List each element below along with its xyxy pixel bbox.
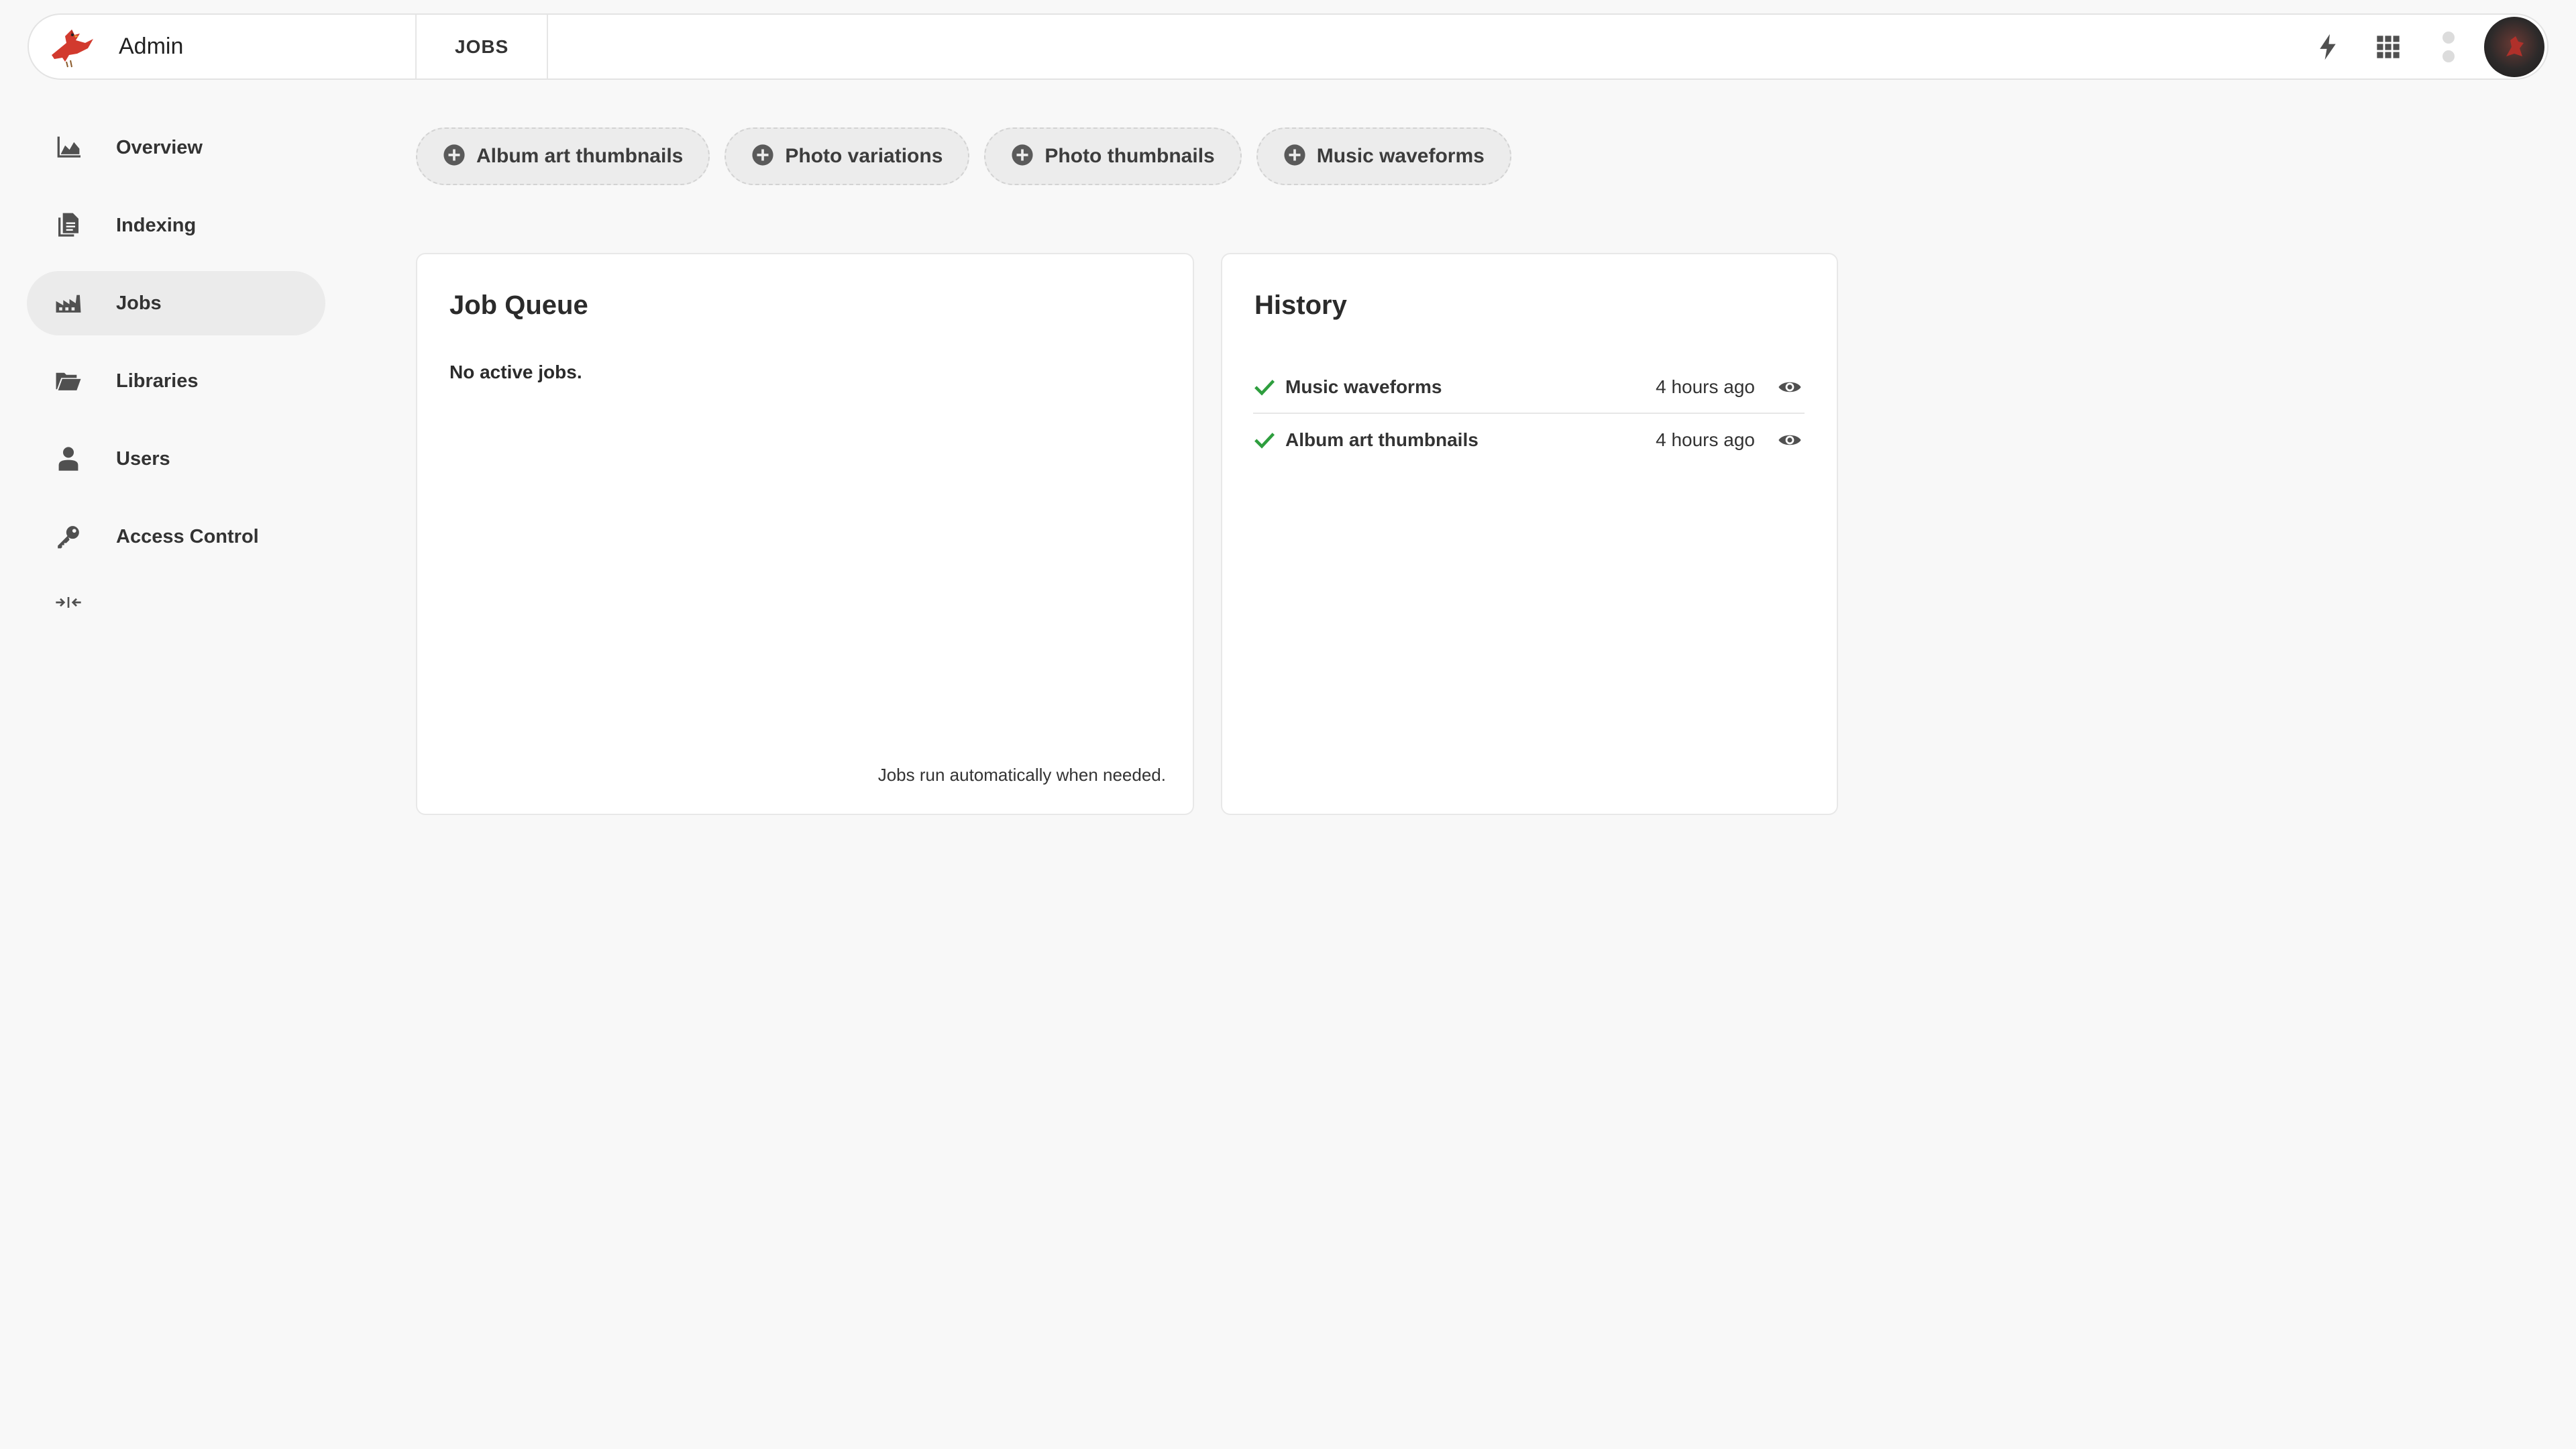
apps-grid-icon[interactable] [2358,17,2418,77]
breadcrumb[interactable]: JOBS [417,15,549,78]
chart-area-icon [55,134,82,161]
sidebar-item-label: Access Control [116,525,259,547]
chip-label: Photo thumbnails [1044,145,1215,167]
chip-label: Album art thumbnails [476,145,684,167]
history-card: History Music waveforms 4 hours ago Albu… [1221,253,1838,815]
chip-label: Photo variations [785,145,943,167]
check-icon [1253,376,1276,398]
history-list: Music waveforms 4 hours ago Album art th… [1253,362,1805,466]
sidebar-item-users[interactable]: Users [27,427,325,491]
brand-title: Admin [119,34,184,59]
eye-icon[interactable] [1775,372,1805,402]
sidebar-item-label: Jobs [116,292,162,314]
factory-icon [55,290,82,317]
sidebar-collapse-button[interactable] [27,582,325,623]
start-photo-thumbnails-button[interactable]: Photo thumbnails [984,127,1242,185]
key-icon [55,523,82,550]
add-circle-icon [1283,144,1306,170]
flash-icon[interactable] [2298,17,2358,77]
add-circle-icon [751,144,774,170]
sidebar-item-jobs[interactable]: Jobs [27,271,325,335]
job-queue-empty-message: No active jobs. [449,362,582,382]
sidebar-item-label: Overview [116,136,203,158]
sidebar-item-libraries[interactable]: Libraries [27,349,325,413]
chip-label: Music waveforms [1316,145,1485,167]
sidebar-item-indexing[interactable]: Indexing [27,193,325,258]
history-row: Music waveforms 4 hours ago [1253,362,1805,414]
history-job-name: Music waveforms [1285,376,1442,397]
brand[interactable]: Admin [29,15,417,78]
history-row: Album art thumbnails 4 hours ago [1253,414,1805,466]
add-circle-icon [1011,144,1034,170]
sidebar-item-access-control[interactable]: Access Control [27,504,325,569]
start-photo-variations-button[interactable]: Photo variations [724,127,970,185]
top-app-bar: Admin JOBS [28,13,2548,80]
job-queue-title: Job Queue [449,290,588,320]
job-start-chips: Album art thumbnails Photo variations Ph… [416,127,1511,185]
add-circle-icon [443,144,466,170]
history-job-name: Album art thumbnails [1285,429,1479,450]
start-music-waveforms-button[interactable]: Music waveforms [1256,127,1511,185]
folder-open-icon [55,368,82,394]
sidebar-item-label: Indexing [116,214,197,236]
history-job-time: 4 hours ago [1656,376,1755,397]
start-album-art-thumbnails-button[interactable]: Album art thumbnails [416,127,710,185]
job-queue-footer-note: Jobs run automatically when needed. [877,765,1166,785]
sidebar-item-label: Libraries [116,370,199,392]
history-title: History [1254,290,1347,320]
cardinal-logo-icon [44,19,100,75]
documents-icon [55,212,82,239]
sidebar-item-label: Users [116,447,170,470]
status-dots-icon[interactable] [2418,17,2479,77]
person-icon [55,445,82,472]
job-queue-card: Job Queue No active jobs. Jobs run autom… [416,253,1194,815]
avatar[interactable] [2484,16,2544,77]
sidebar-nav: Overview Indexing Jobs Libraries Users A… [27,115,325,623]
sidebar-item-overview[interactable]: Overview [27,115,325,180]
collapse-icon [55,589,82,616]
history-job-time: 4 hours ago [1656,429,1755,450]
check-icon [1253,429,1276,451]
eye-icon[interactable] [1775,425,1805,455]
header-actions [2298,15,2547,78]
